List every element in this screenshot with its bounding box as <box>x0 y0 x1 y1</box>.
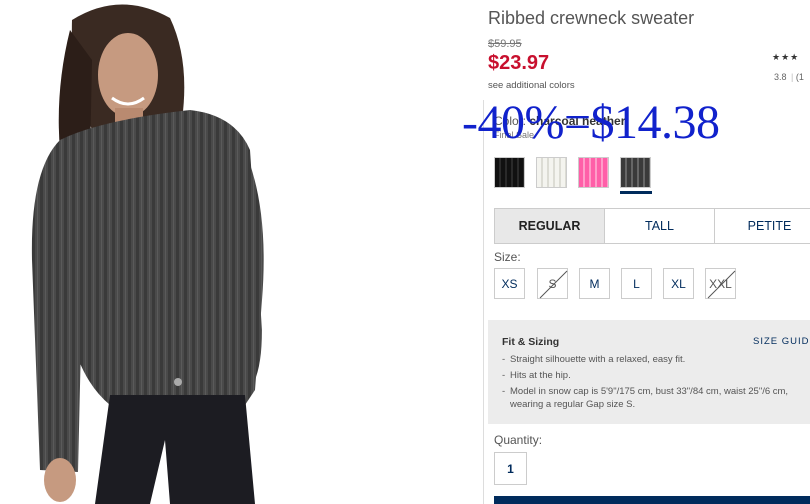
swatch-white[interactable] <box>536 157 567 188</box>
model-image <box>31 4 264 504</box>
see-additional-colors-link[interactable]: see additional colors <box>488 80 575 91</box>
size-l-button[interactable]: L <box>621 268 652 299</box>
quantity-input[interactable]: 1 <box>494 452 527 485</box>
list-item: Straight silhouette with a relaxed, easy… <box>502 353 810 366</box>
add-to-bag-button[interactable] <box>494 496 810 504</box>
discount-overlay: -40%=$14.38 <box>462 96 720 149</box>
size-s-button[interactable]: S <box>537 268 568 299</box>
swatch-charcoal-heather[interactable] <box>620 157 651 188</box>
rating-separator: | <box>791 72 794 82</box>
unavailable-slash-icon <box>539 270 568 299</box>
swatch-black[interactable] <box>494 157 525 188</box>
tab-tall[interactable]: TALL <box>605 209 715 243</box>
rating-count: (1 <box>795 72 804 82</box>
size-guide-link[interactable]: SIZE GUID <box>753 336 810 347</box>
size-xs-label: XS <box>501 276 518 291</box>
fit-sizing-panel: Fit & Sizing SIZE GUID Straight silhouet… <box>488 320 810 424</box>
fit-sizing-list: Straight silhouette with a relaxed, easy… <box>502 353 810 414</box>
size-xs-button[interactable]: XS <box>494 268 525 299</box>
unavailable-slash-icon <box>707 270 736 299</box>
product-photo <box>0 0 470 504</box>
size-xl-button[interactable]: XL <box>663 268 694 299</box>
sale-price: $23.97 <box>488 52 550 74</box>
quantity-label: Quantity: <box>494 433 543 447</box>
rating-meta[interactable]: 3.8 | (1 <box>774 72 804 82</box>
size-label: Size: <box>494 250 521 264</box>
list-item: Hits at the hip. <box>502 369 810 382</box>
panel-divider <box>483 100 484 504</box>
tab-petite[interactable]: PETITE <box>715 209 810 243</box>
size-xl-label: XL <box>671 276 686 291</box>
size-m-label: M <box>589 276 600 291</box>
product-title: Ribbed crewneck sweater <box>488 8 695 28</box>
fit-sizing-title: Fit & Sizing <box>502 336 560 348</box>
size-l-label: L <box>633 276 640 291</box>
size-m-button[interactable]: M <box>579 268 610 299</box>
size-xxl-button[interactable]: XXL <box>705 268 736 299</box>
tab-regular[interactable]: REGULAR <box>495 209 605 243</box>
rating-value: 3.8 <box>774 72 787 82</box>
fit-tabs: REGULAR TALL PETITE <box>494 208 810 244</box>
original-price: $59.95 <box>488 38 522 50</box>
list-item: Model in snow cap is 5'9"/175 cm, bust 3… <box>502 385 810 411</box>
rating-stars-icon[interactable]: ★★★ <box>772 52 799 63</box>
selected-swatch-indicator <box>620 191 652 194</box>
swatch-pink[interactable] <box>578 157 609 188</box>
